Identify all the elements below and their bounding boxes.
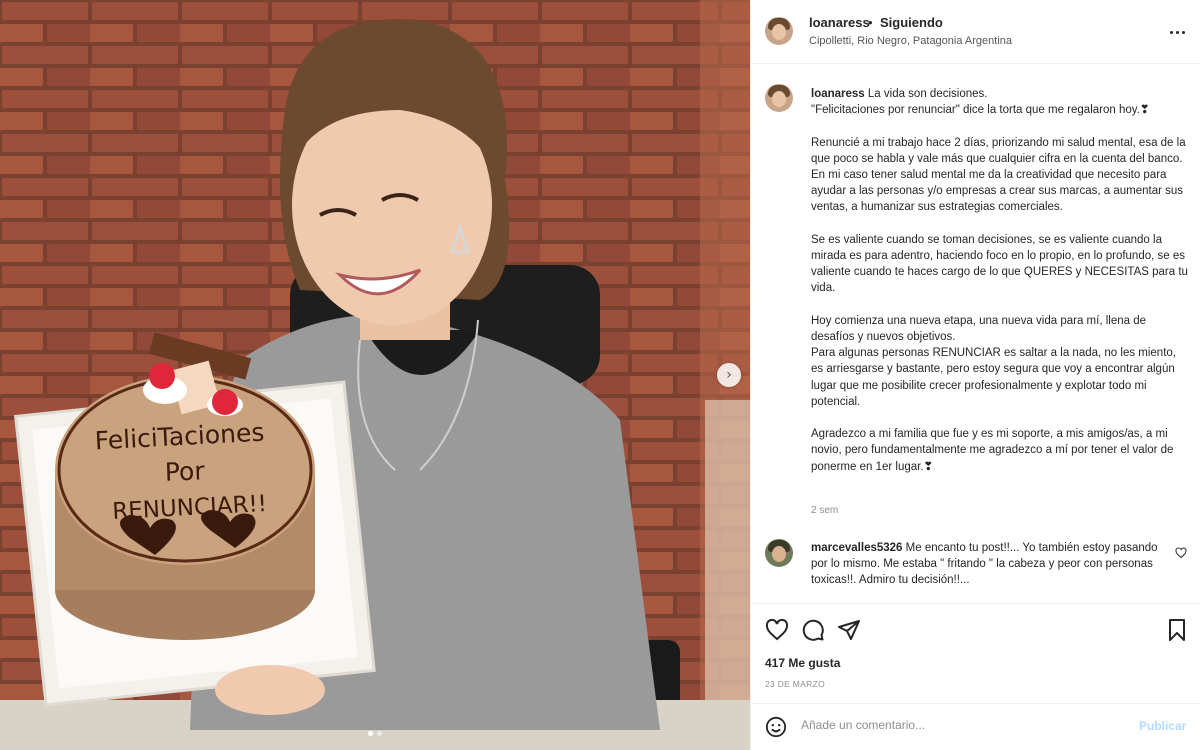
- carousel-indicator: [0, 731, 750, 736]
- caption-age: 2 sem: [811, 505, 839, 516]
- post-photo[interactable]: FeliciTaciones Por RENUNCIAR!! ›: [0, 0, 750, 750]
- emoji-smiley-icon[interactable]: [765, 716, 787, 743]
- like-heart-icon[interactable]: [765, 618, 789, 647]
- caption-body: "Felicitaciones por renunciar" dice la t…: [811, 104, 1188, 473]
- comment-input[interactable]: [801, 718, 1131, 732]
- next-photo-button[interactable]: ›: [717, 363, 741, 387]
- following-button[interactable]: Siguiendo: [880, 15, 943, 30]
- cake-line-2: Por: [164, 456, 205, 486]
- post-header: loanaress • Siguiendo Cipolletti, Rio Ne…: [751, 0, 1200, 64]
- post-caption: loanaress La vida son decisiones. "Felic…: [751, 64, 1200, 534]
- more-horizontal-icon[interactable]: [1165, 22, 1189, 42]
- comment-item: marcevalles5326 Me encanto tu post!!... …: [751, 530, 1200, 602]
- post-location[interactable]: Cipolletti, Rio Negro, Patagonia Argenti…: [809, 35, 1012, 47]
- chevron-right-icon: ›: [726, 367, 732, 383]
- publish-button[interactable]: Publicar: [1139, 719, 1186, 733]
- avatar[interactable]: [765, 539, 793, 567]
- separator-dot: •: [868, 15, 873, 30]
- post-side-panel: loanaress • Siguiendo Cipolletti, Rio Ne…: [750, 0, 1200, 750]
- post-actions: 417 Me gusta 23 DE MARZO: [751, 603, 1200, 703]
- save-bookmark-icon[interactable]: [1165, 618, 1189, 647]
- avatar[interactable]: [765, 84, 793, 112]
- likes-count[interactable]: 417 Me gusta: [765, 656, 840, 670]
- comment-text: marcevalles5326 Me encanto tu post!!... …: [811, 540, 1161, 589]
- comment-username[interactable]: marcevalles5326: [811, 542, 902, 554]
- share-paper-plane-icon[interactable]: [837, 618, 861, 647]
- author-username[interactable]: loanaress: [809, 15, 870, 30]
- caption-lead: La vida son decisiones.: [867, 88, 988, 100]
- like-comment-heart-icon[interactable]: [1175, 546, 1187, 564]
- caption-username[interactable]: loanaress: [811, 88, 865, 100]
- avatar[interactable]: [765, 17, 793, 45]
- photo-illustration: FeliciTaciones Por RENUNCIAR!!: [0, 0, 750, 750]
- post-date: 23 DE MARZO: [765, 679, 825, 689]
- carousel-dot: [377, 731, 382, 736]
- comment-bubble-icon[interactable]: [801, 618, 825, 647]
- caption-text: loanaress La vida son decisiones. "Felic…: [811, 86, 1189, 475]
- carousel-dot: [368, 731, 373, 736]
- add-comment-bar: Publicar: [751, 703, 1200, 750]
